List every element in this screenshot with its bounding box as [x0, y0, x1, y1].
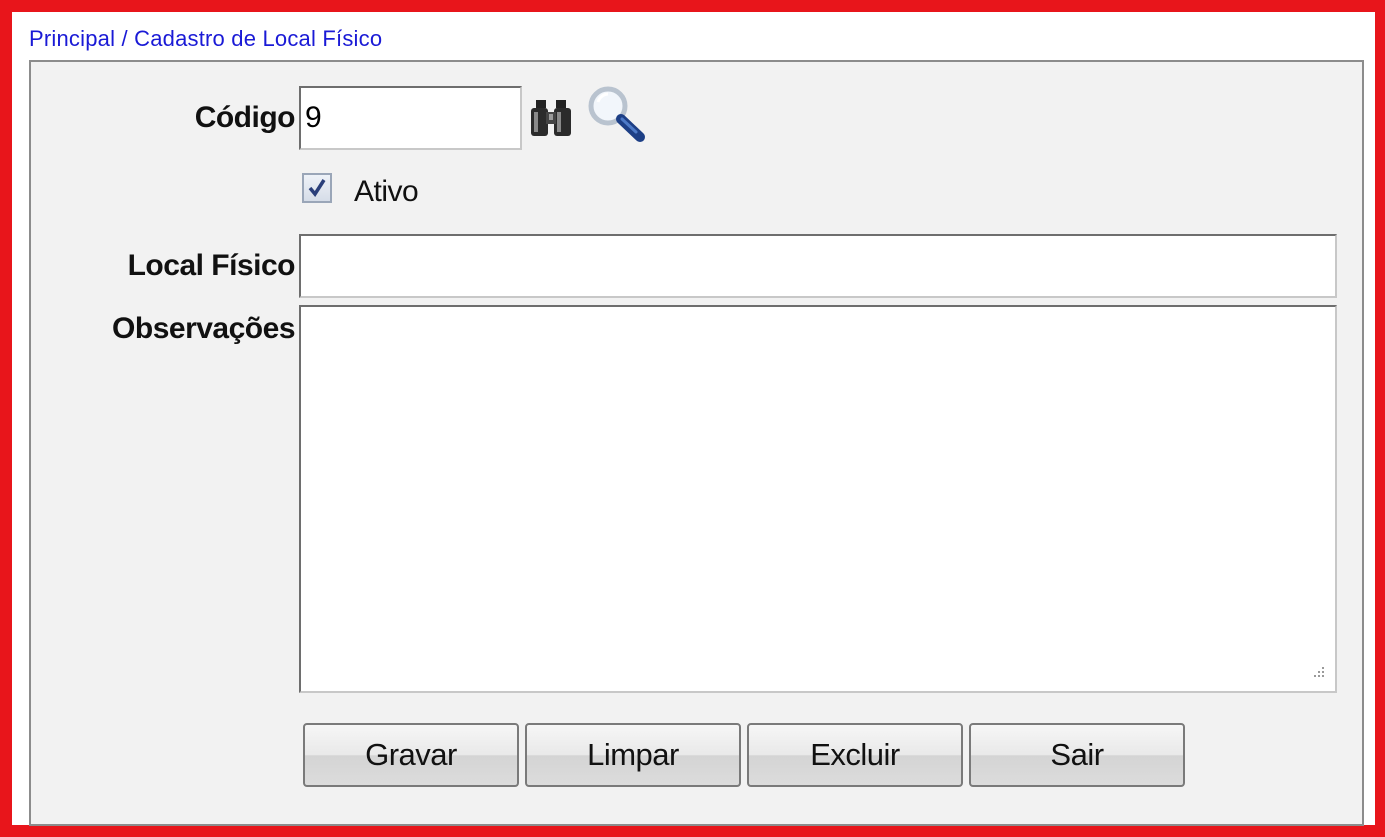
magnifier-icon[interactable] — [584, 82, 650, 144]
local-fisico-input[interactable] — [299, 234, 1337, 298]
local-fisico-label: Local Físico — [127, 249, 296, 282]
resize-grip-icon[interactable] — [1311, 665, 1324, 677]
binoculars-icon[interactable] — [528, 96, 574, 140]
excluir-button[interactable]: Excluir — [747, 723, 963, 787]
codigo-label: Código — [194, 101, 296, 134]
observacoes-label: Observações — [112, 312, 295, 345]
ativo-checkbox[interactable] — [302, 173, 332, 203]
observacoes-textarea[interactable] — [299, 305, 1337, 693]
codigo-input[interactable] — [299, 86, 522, 150]
sair-button[interactable]: Sair — [969, 723, 1185, 787]
limpar-button[interactable]: Limpar — [525, 723, 741, 787]
gravar-button[interactable]: Gravar — [303, 723, 519, 787]
ativo-label: Ativo — [354, 175, 419, 208]
checkmark-icon — [308, 179, 326, 197]
breadcrumb: Principal / Cadastro de Local Físico — [29, 26, 383, 51]
